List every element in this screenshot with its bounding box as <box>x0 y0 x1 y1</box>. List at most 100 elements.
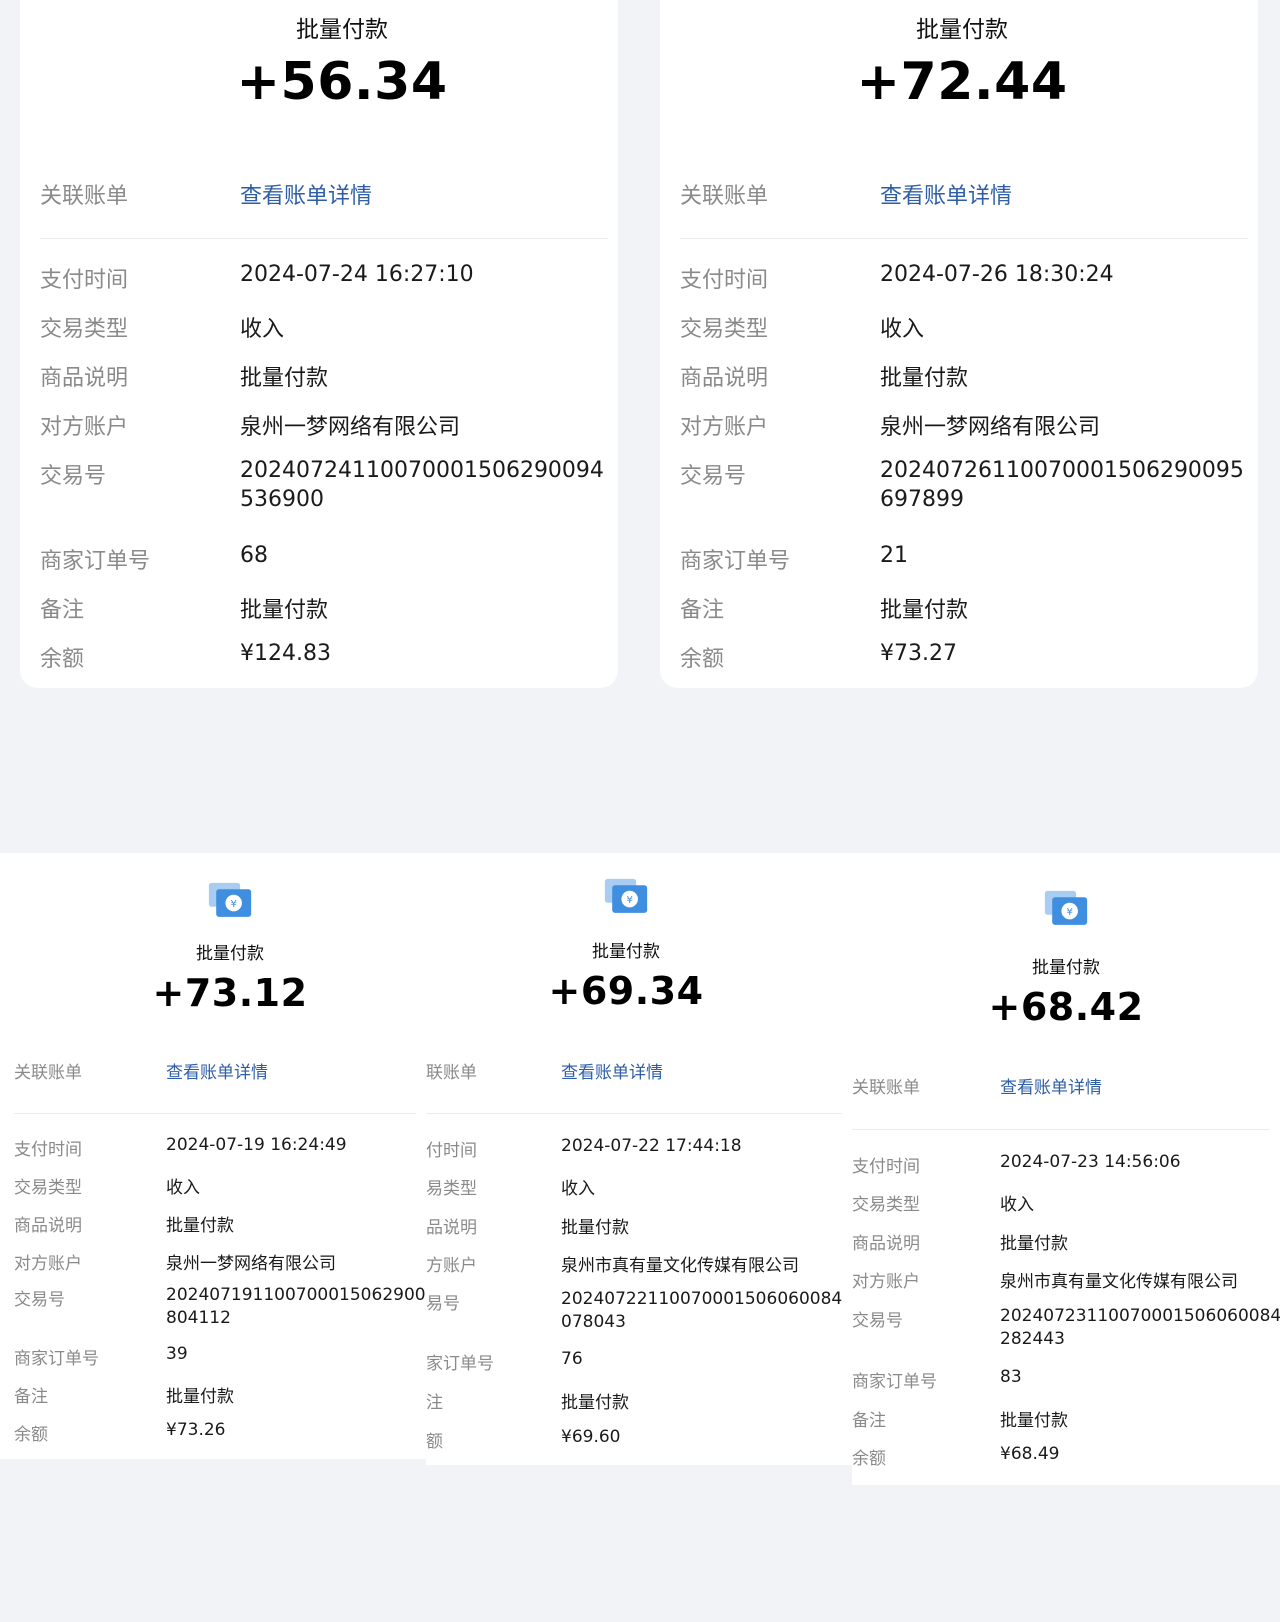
field-value-continued: 804112 <box>166 1308 231 1328</box>
field-label: 支付时间 <box>680 268 769 293</box>
transaction-title: 批量付款 <box>296 17 388 43</box>
field-value: 泉州市真有量文化传媒有限公司 <box>1000 1272 1238 1292</box>
view-bill-details-link[interactable]: 查看账单详情 <box>1000 1073 1102 1098</box>
svg-text:¥: ¥ <box>1066 907 1073 918</box>
field-value-continued: 282443 <box>1000 1329 1065 1349</box>
field-value: 批量付款 <box>166 1387 234 1407</box>
field-value: ¥68.49 <box>1000 1444 1060 1464</box>
field-label: 交易类型 <box>40 317 129 342</box>
field-value: ¥69.60 <box>561 1427 621 1447</box>
field-label: 余额 <box>14 1425 48 1445</box>
field-label: 支付时间 <box>40 268 129 293</box>
field-value: 泉州一梦网络有限公司 <box>880 415 1101 440</box>
payment-card: ¥ 批量付款 +68.42 关联账单 查看账单详情 支付时间 2024-07-23 14:5… <box>852 853 1280 1485</box>
field-label: 备注 <box>852 1411 886 1431</box>
field-value-continued: 697899 <box>880 487 964 512</box>
section-divider <box>426 1113 842 1114</box>
svg-text:¥: ¥ <box>230 899 237 910</box>
field-label: 易类型 <box>426 1179 477 1199</box>
field-value: 收入 <box>561 1179 595 1199</box>
transaction-title: 批量付款 <box>1032 958 1100 978</box>
field-label: 对方账户 <box>680 415 769 440</box>
field-value: 收入 <box>1000 1195 1034 1215</box>
field-label: 额 <box>426 1432 443 1452</box>
field-value: 收入 <box>240 317 285 342</box>
field-label: 交易类型 <box>680 317 769 342</box>
field-value: 泉州一梦网络有限公司 <box>240 415 461 440</box>
field-label: 商家订单号 <box>40 549 151 574</box>
view-bill-details-link[interactable]: 查看账单详情 <box>240 178 372 210</box>
field-label: 方账户 <box>426 1256 477 1276</box>
related-bill-label: 联账单 <box>426 1063 477 1083</box>
field-value: 20240724110070001506290094 <box>240 458 604 483</box>
section-divider <box>680 238 1248 239</box>
field-value: 批量付款 <box>166 1216 234 1236</box>
field-label: 支付时间 <box>852 1157 920 1177</box>
field-value: 泉州一梦网络有限公司 <box>166 1254 336 1274</box>
payment-card: 批量付款 +72.44 关联账单 查看账单详情 支付时间 2024-07-26 18:30… <box>660 0 1258 688</box>
field-value: 83 <box>1000 1367 1022 1387</box>
field-value: 批量付款 <box>240 366 329 391</box>
field-label: 交易号 <box>680 464 747 489</box>
field-label: 对方账户 <box>14 1254 82 1274</box>
svg-text:¥: ¥ <box>626 895 633 906</box>
field-value: 2024-07-26 18:30:24 <box>880 262 1114 287</box>
field-label: 易号 <box>426 1294 460 1314</box>
view-bill-details-link[interactable]: 查看账单详情 <box>880 178 1012 210</box>
bill-icon: ¥ <box>207 881 253 925</box>
related-bill-label: 关联账单 <box>14 1063 82 1083</box>
view-bill-details-link[interactable]: 查看账单详情 <box>166 1058 268 1083</box>
field-value: 批量付款 <box>240 598 329 623</box>
payment-card: ¥ 批量付款 +73.12 关联账单 查看账单详情支付时间 2024-07-19 16:2… <box>0 853 426 1459</box>
transaction-title: 批量付款 <box>196 944 264 964</box>
field-label: 商家订单号 <box>852 1372 937 1392</box>
field-value: 批量付款 <box>561 1218 629 1238</box>
field-label: 商家订单号 <box>14 1349 99 1369</box>
field-label: 备注 <box>680 598 725 623</box>
field-value: 20240722110070001506060084 <box>561 1289 843 1309</box>
transaction-title: 批量付款 <box>916 17 1008 43</box>
field-label: 备注 <box>40 598 85 623</box>
field-label: 商品说明 <box>14 1216 82 1236</box>
field-value: 批量付款 <box>880 366 969 391</box>
field-value: 21 <box>880 543 908 568</box>
field-value: 2024-07-19 16:24:49 <box>166 1135 347 1155</box>
field-label: 交易号 <box>14 1290 65 1310</box>
section-divider <box>852 1129 1270 1130</box>
field-value: 收入 <box>880 317 925 342</box>
transaction-amount: +73.12 <box>152 971 308 1015</box>
transaction-amount: +68.42 <box>988 985 1144 1029</box>
field-value: 收入 <box>166 1178 200 1198</box>
field-value: 76 <box>561 1349 583 1369</box>
field-label: 支付时间 <box>14 1140 82 1160</box>
field-label: 备注 <box>14 1387 48 1407</box>
field-value: 20240726110070001506290095 <box>880 458 1244 483</box>
section-divider <box>14 1113 416 1114</box>
transaction-amount: +72.44 <box>856 52 1068 112</box>
field-label: 交易类型 <box>14 1178 82 1198</box>
field-value: 2024-07-24 16:27:10 <box>240 262 474 287</box>
field-label: 交易号 <box>40 464 107 489</box>
payment-card: ¥ 批量付款 +69.34 联账单 查看账单详情 付时间 2024-07-22 17:44:… <box>426 853 852 1465</box>
field-value-continued: 078043 <box>561 1312 626 1332</box>
field-value: 泉州市真有量文化传媒有限公司 <box>561 1256 799 1276</box>
field-label: 对方账户 <box>40 415 129 440</box>
field-label: 对方账户 <box>852 1272 920 1292</box>
field-label: 商品说明 <box>40 366 129 391</box>
field-value: ¥73.27 <box>880 641 957 666</box>
view-bill-details-link[interactable]: 查看账单详情 <box>561 1058 663 1083</box>
transaction-amount: +56.34 <box>236 52 448 112</box>
bill-icon: ¥ <box>1043 889 1089 933</box>
field-value: 39 <box>166 1344 188 1364</box>
field-label: 商品说明 <box>680 366 769 391</box>
field-value: 20240719110070001506290090 <box>166 1285 426 1305</box>
related-bill-label: 关联账单 <box>852 1078 920 1098</box>
field-label: 余额 <box>680 647 725 672</box>
field-label: 余额 <box>852 1449 886 1469</box>
field-label: 品说明 <box>426 1218 477 1238</box>
field-value: 批量付款 <box>1000 1234 1068 1254</box>
field-value: ¥73.26 <box>166 1420 226 1440</box>
field-label: 商家订单号 <box>680 549 791 574</box>
field-label: 家订单号 <box>426 1354 494 1374</box>
field-value: 68 <box>240 543 268 568</box>
